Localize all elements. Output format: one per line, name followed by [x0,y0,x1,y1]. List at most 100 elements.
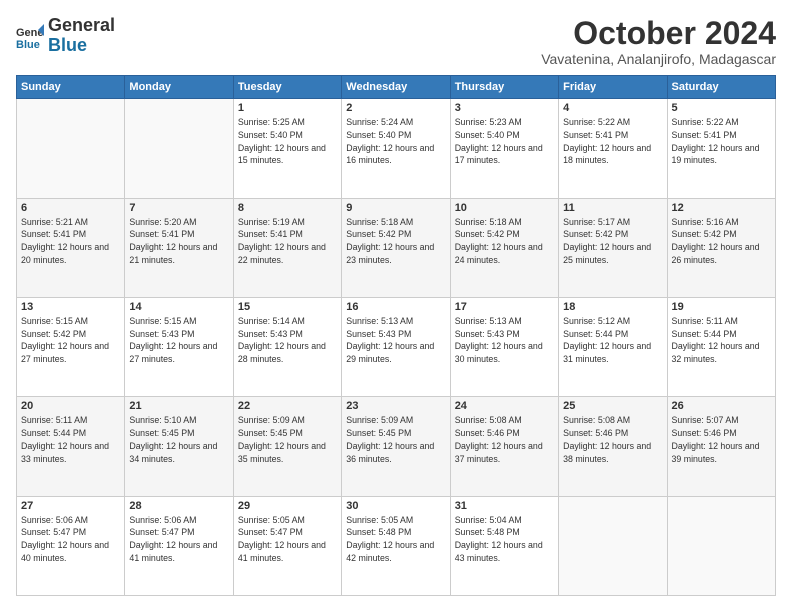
calendar-cell: 27 Sunrise: 5:06 AM Sunset: 5:47 PM Dayli… [17,496,125,595]
calendar-cell: 21Sunrise: 5:10 AM Sunset: 5:45 PM Dayli… [125,397,233,496]
day-info: Sunrise: 5:17 AM Sunset: 5:42 PM Dayligh… [563,216,662,267]
logo-icon: General Blue [16,22,44,50]
day-number: 9 [346,202,445,214]
day-number: 31 [455,500,554,512]
day-number: 25 [563,400,662,412]
col-header-thursday: Thursday [450,76,558,99]
day-number: 1 [238,102,337,114]
calendar-cell: 12 Sunrise: 5:16 AM Sunset: 5:42 PM Dayli… [667,198,775,297]
day-info: Sunrise: 5:05 AM Sunset: 5:47 PM Dayligh… [238,514,337,565]
calendar-cell: 17 Sunrise: 5:13 AM Sunset: 5:43 PM Dayli… [450,297,558,396]
logo-general-text: General [48,15,115,35]
day-number: 10 [455,202,554,214]
day-info: Sunrise: 5:24 AM Sunset: 5:40 PM Dayligh… [346,116,445,167]
day-info: Sunrise: 5:13 AM Sunset: 5:43 PM Dayligh… [455,315,554,366]
calendar-week-5: 27 Sunrise: 5:06 AM Sunset: 5:47 PM Dayli… [17,496,776,595]
day-number: 6 [21,202,120,214]
calendar-cell: 13 Sunrise: 5:15 AM Sunset: 5:42 PM Dayli… [17,297,125,396]
svg-text:Blue: Blue [16,39,40,50]
header: General Blue General Blue October 2024 V… [16,16,776,67]
calendar-cell: 15 Sunrise: 5:14 AM Sunset: 5:43 PM Dayli… [233,297,341,396]
day-number: 13 [21,301,120,313]
calendar-cell: 19Sunrise: 5:11 AM Sunset: 5:44 PM Dayli… [667,297,775,396]
calendar-cell: 9Sunrise: 5:18 AM Sunset: 5:42 PM Daylig… [342,198,450,297]
calendar-cell: 18 Sunrise: 5:12 AM Sunset: 5:44 PM Dayli… [559,297,667,396]
day-number: 2 [346,102,445,114]
calendar-cell [667,496,775,595]
day-number: 28 [129,500,228,512]
day-info: Sunrise: 5:15 AM Sunset: 5:42 PM Dayligh… [21,315,120,366]
day-info: Sunrise: 5:21 AM Sunset: 5:41 PM Dayligh… [21,216,120,267]
calendar-cell: 14Sunrise: 5:15 AM Sunset: 5:43 PM Dayli… [125,297,233,396]
calendar-cell: 28 Sunrise: 5:06 AM Sunset: 5:47 PM Dayli… [125,496,233,595]
day-info: Sunrise: 5:06 AM Sunset: 5:47 PM Dayligh… [129,514,228,565]
day-info: Sunrise: 5:16 AM Sunset: 5:42 PM Dayligh… [672,216,771,267]
calendar-cell: 6 Sunrise: 5:21 AM Sunset: 5:41 PM Daylig… [17,198,125,297]
day-info: Sunrise: 5:23 AM Sunset: 5:40 PM Dayligh… [455,116,554,167]
day-number: 30 [346,500,445,512]
calendar-week-2: 6 Sunrise: 5:21 AM Sunset: 5:41 PM Daylig… [17,198,776,297]
day-info: Sunrise: 5:13 AM Sunset: 5:43 PM Dayligh… [346,315,445,366]
logo-blue-text: Blue [48,35,87,55]
col-header-tuesday: Tuesday [233,76,341,99]
calendar-cell: 25 Sunrise: 5:08 AM Sunset: 5:46 PM Dayli… [559,397,667,496]
day-number: 5 [672,102,771,114]
day-info: Sunrise: 5:05 AM Sunset: 5:48 PM Dayligh… [346,514,445,565]
calendar-cell: 4Sunrise: 5:22 AM Sunset: 5:41 PM Daylig… [559,99,667,198]
day-info: Sunrise: 5:18 AM Sunset: 5:42 PM Dayligh… [455,216,554,267]
calendar-cell [17,99,125,198]
day-number: 29 [238,500,337,512]
day-number: 12 [672,202,771,214]
day-info: Sunrise: 5:04 AM Sunset: 5:48 PM Dayligh… [455,514,554,565]
day-number: 16 [346,301,445,313]
day-info: Sunrise: 5:08 AM Sunset: 5:46 PM Dayligh… [563,414,662,465]
calendar-cell: 10 Sunrise: 5:18 AM Sunset: 5:42 PM Dayli… [450,198,558,297]
calendar-header-row: SundayMondayTuesdayWednesdayThursdayFrid… [17,76,776,99]
calendar-cell: 22 Sunrise: 5:09 AM Sunset: 5:45 PM Dayli… [233,397,341,496]
day-info: Sunrise: 5:20 AM Sunset: 5:41 PM Dayligh… [129,216,228,267]
calendar-cell: 31 Sunrise: 5:04 AM Sunset: 5:48 PM Dayli… [450,496,558,595]
calendar-cell: 7 Sunrise: 5:20 AM Sunset: 5:41 PM Daylig… [125,198,233,297]
day-number: 19 [672,301,771,313]
day-number: 8 [238,202,337,214]
col-header-saturday: Saturday [667,76,775,99]
col-header-friday: Friday [559,76,667,99]
day-number: 18 [563,301,662,313]
day-info: Sunrise: 5:11 AM Sunset: 5:44 PM Dayligh… [21,414,120,465]
calendar-week-4: 20 Sunrise: 5:11 AM Sunset: 5:44 PM Dayli… [17,397,776,496]
day-number: 3 [455,102,554,114]
day-number: 24 [455,400,554,412]
calendar-cell: 24Sunrise: 5:08 AM Sunset: 5:46 PM Dayli… [450,397,558,496]
day-number: 17 [455,301,554,313]
location: Vavatenina, Analanjirofo, Madagascar [541,51,776,67]
calendar-cell [125,99,233,198]
day-number: 7 [129,202,228,214]
day-info: Sunrise: 5:22 AM Sunset: 5:41 PM Dayligh… [672,116,771,167]
day-number: 20 [21,400,120,412]
col-header-monday: Monday [125,76,233,99]
day-number: 14 [129,301,228,313]
day-number: 26 [672,400,771,412]
calendar-cell: 1 Sunrise: 5:25 AM Sunset: 5:40 PM Daylig… [233,99,341,198]
day-info: Sunrise: 5:25 AM Sunset: 5:40 PM Dayligh… [238,116,337,167]
day-info: Sunrise: 5:06 AM Sunset: 5:47 PM Dayligh… [21,514,120,565]
calendar-cell: 16 Sunrise: 5:13 AM Sunset: 5:43 PM Dayli… [342,297,450,396]
day-info: Sunrise: 5:10 AM Sunset: 5:45 PM Dayligh… [129,414,228,465]
day-info: Sunrise: 5:07 AM Sunset: 5:46 PM Dayligh… [672,414,771,465]
day-info: Sunrise: 5:12 AM Sunset: 5:44 PM Dayligh… [563,315,662,366]
calendar-cell [559,496,667,595]
day-number: 22 [238,400,337,412]
calendar-cell: 29 Sunrise: 5:05 AM Sunset: 5:47 PM Dayli… [233,496,341,595]
calendar: SundayMondayTuesdayWednesdayThursdayFrid… [16,75,776,596]
title-block: October 2024 Vavatenina, Analanjirofo, M… [541,16,776,67]
day-number: 15 [238,301,337,313]
col-header-wednesday: Wednesday [342,76,450,99]
month-title: October 2024 [541,16,776,51]
calendar-cell: 20 Sunrise: 5:11 AM Sunset: 5:44 PM Dayli… [17,397,125,496]
day-info: Sunrise: 5:14 AM Sunset: 5:43 PM Dayligh… [238,315,337,366]
calendar-cell: 26 Sunrise: 5:07 AM Sunset: 5:46 PM Dayli… [667,397,775,496]
calendar-cell: 23Sunrise: 5:09 AM Sunset: 5:45 PM Dayli… [342,397,450,496]
day-info: Sunrise: 5:09 AM Sunset: 5:45 PM Dayligh… [238,414,337,465]
day-info: Sunrise: 5:22 AM Sunset: 5:41 PM Dayligh… [563,116,662,167]
day-number: 27 [21,500,120,512]
